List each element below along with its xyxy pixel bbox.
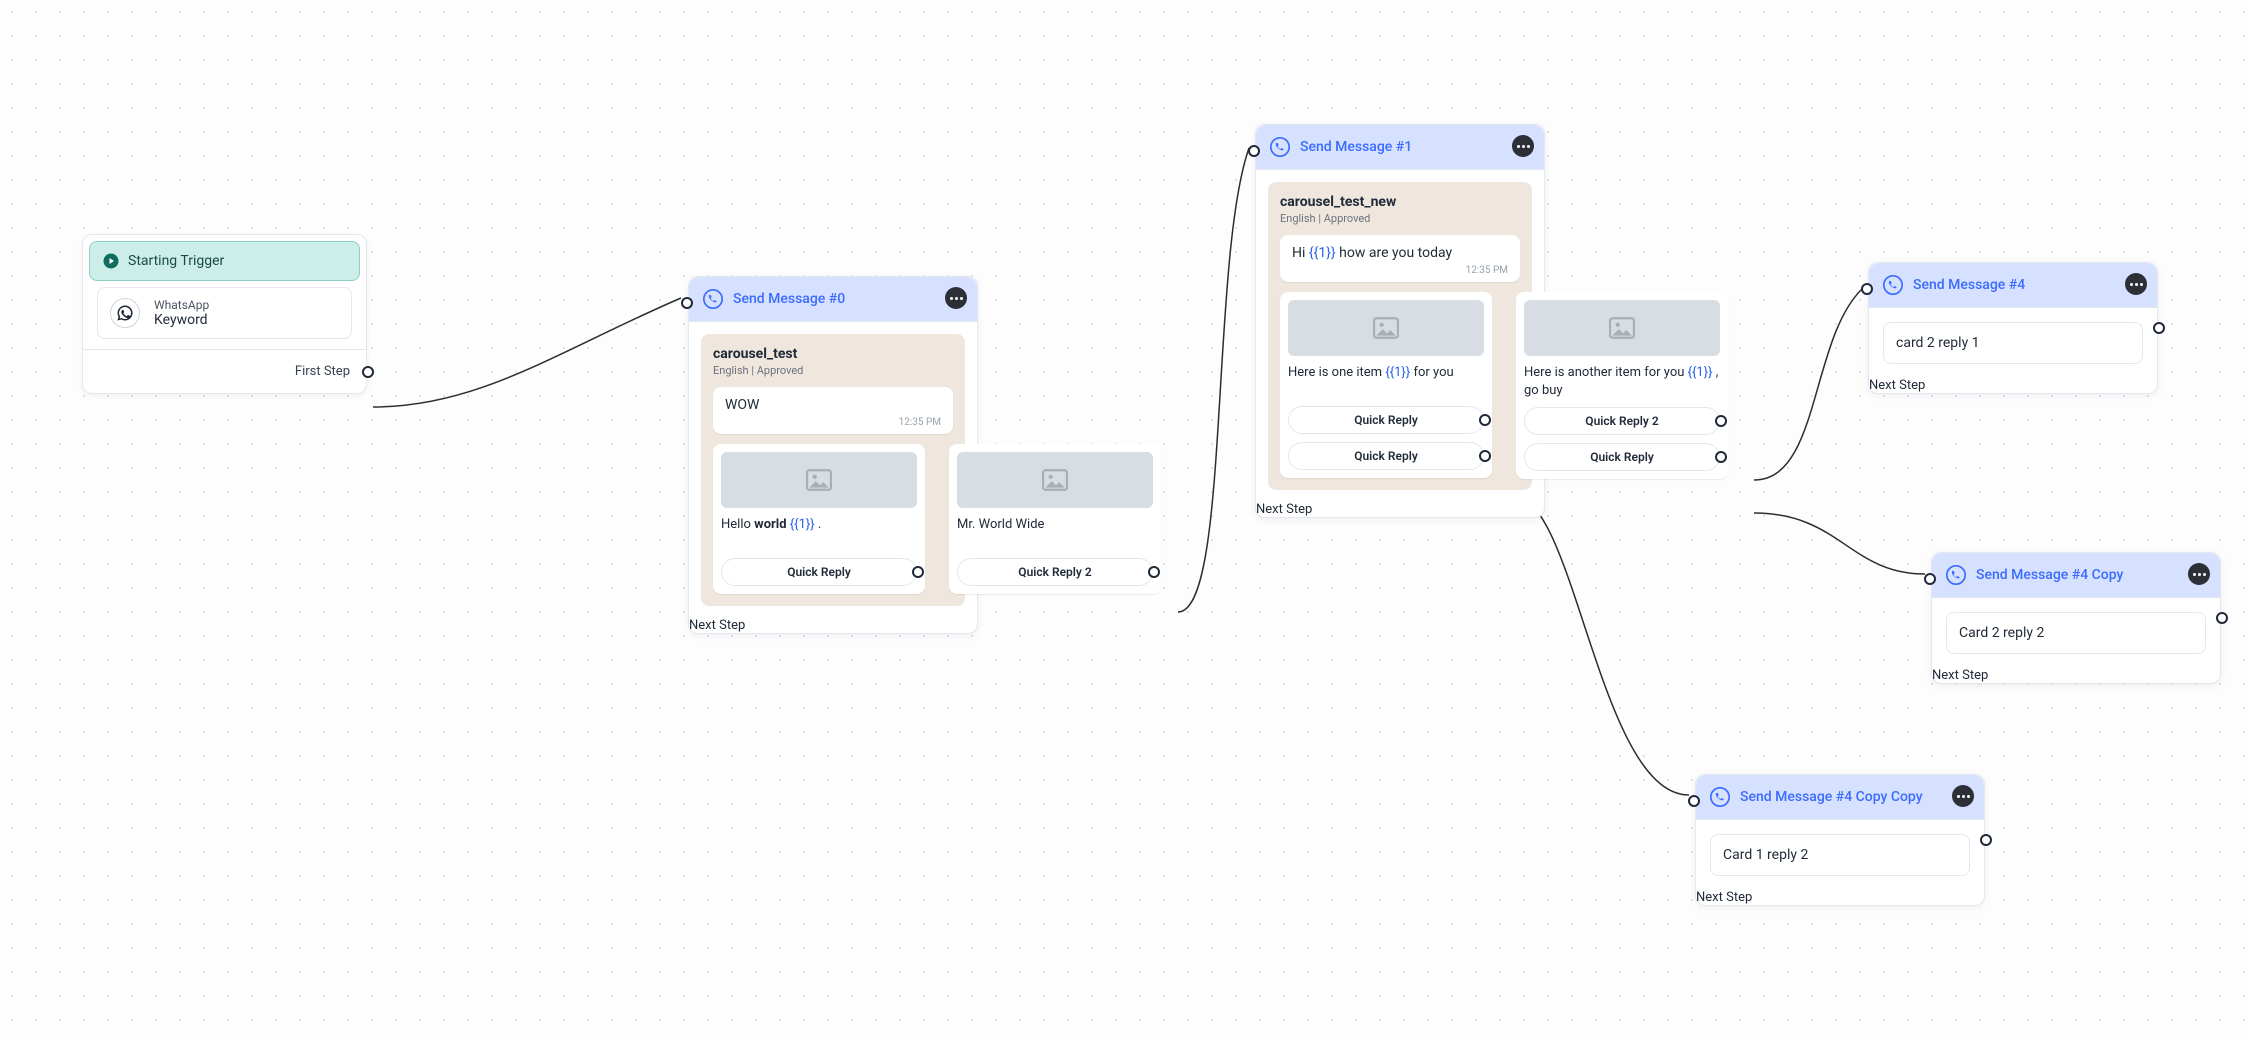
node-header: Send Message #4 Copy — [1932, 553, 2220, 598]
message-bubble: WOW 12:35 PM — [713, 387, 953, 434]
input-port[interactable] — [1248, 145, 1260, 157]
next-step-label: Next Step — [1256, 502, 1312, 517]
output-port[interactable] — [1479, 414, 1491, 426]
quick-reply-button[interactable]: Quick Reply 2 — [957, 558, 1153, 586]
node-footer: Next Step — [1256, 502, 1544, 517]
whatsapp-icon — [1946, 565, 1966, 585]
send-message-1[interactable]: Send Message #1 carousel_test_new Englis… — [1255, 124, 1545, 518]
whatsapp-icon — [1710, 787, 1730, 807]
next-step-label: Next Step — [1932, 668, 1988, 683]
trigger-footer: First Step — [83, 349, 366, 393]
node-footer: Next Step — [689, 618, 977, 633]
send-message-0[interactable]: Send Message #0 carousel_test English | … — [688, 276, 978, 634]
output-port[interactable] — [1715, 451, 1727, 463]
node-title: Send Message #1 — [1300, 139, 1412, 155]
node-body: Card 2 reply 2 — [1932, 598, 2220, 668]
output-port[interactable] — [1980, 834, 1992, 846]
output-port[interactable] — [2153, 322, 2165, 334]
whatsapp-preview: carousel_test English | Approved WOW 12:… — [701, 334, 965, 606]
quick-reply-button[interactable]: Quick Reply — [1288, 442, 1484, 470]
node-title: Send Message #0 — [733, 291, 845, 307]
output-port[interactable] — [362, 366, 374, 378]
image-placeholder-icon — [721, 452, 917, 508]
node-menu-button[interactable] — [2125, 273, 2147, 295]
message-text[interactable]: Card 2 reply 2 — [1946, 612, 2206, 654]
next-step-label: First Step — [295, 364, 350, 379]
whatsapp-icon — [703, 289, 723, 309]
message-time: 12:35 PM — [725, 417, 941, 428]
whatsapp-icon — [110, 298, 140, 328]
send-message-4-copy-copy[interactable]: Send Message #4 Copy Copy Card 1 reply 2… — [1695, 774, 1985, 906]
carousel-card-2[interactable]: Here is another item for you {{1}} , go … — [1516, 292, 1728, 479]
send-message-4[interactable]: Send Message #4 card 2 reply 1 Next Step — [1868, 262, 2158, 394]
node-body: Card 1 reply 2 — [1696, 820, 1984, 890]
template-meta: English | Approved — [1280, 212, 1520, 225]
next-step-label: Next Step — [689, 618, 745, 633]
node-title: Send Message #4 Copy Copy — [1740, 789, 1923, 805]
carousel-card-1[interactable]: Here is one item {{1}} for you Quick Rep… — [1280, 292, 1492, 478]
node-menu-button[interactable] — [945, 287, 967, 309]
bubble-text: WOW — [725, 397, 941, 413]
trigger-node[interactable]: Starting Trigger WhatsApp Keyword First … — [82, 234, 367, 394]
output-port[interactable] — [912, 566, 924, 578]
node-footer: Next Step — [1869, 378, 2157, 393]
carousel-card-2[interactable]: Mr. World Wide Quick Reply 2 — [949, 444, 1161, 594]
message-bubble: Hi {{1}} how are you today 12:35 PM — [1280, 235, 1520, 282]
send-message-4-copy[interactable]: Send Message #4 Copy Card 2 reply 2 Next… — [1931, 552, 2221, 684]
carousel-card-1[interactable]: Hello world {{1}} . Quick Reply — [713, 444, 925, 594]
node-menu-button[interactable] — [2188, 563, 2210, 585]
node-header: Send Message #4 Copy Copy — [1696, 775, 1984, 820]
input-port[interactable] — [1688, 795, 1700, 807]
whatsapp-preview: carousel_test_new English | Approved Hi … — [1268, 182, 1532, 490]
quick-reply-button[interactable]: Quick Reply — [1524, 443, 1720, 471]
message-text[interactable]: Card 1 reply 2 — [1710, 834, 1970, 876]
input-port[interactable] — [1861, 283, 1873, 295]
trigger-title: Starting Trigger — [128, 253, 224, 269]
flow-canvas[interactable]: Starting Trigger WhatsApp Keyword First … — [0, 0, 2248, 1040]
template-name: carousel_test_new — [1280, 194, 1520, 210]
node-header: Send Message #4 — [1869, 263, 2157, 308]
card-caption: Mr. World Wide — [957, 516, 1153, 550]
node-footer: Next Step — [1696, 890, 1984, 905]
card-caption: Hello world {{1}} . — [721, 516, 917, 550]
template-name: carousel_test — [713, 346, 953, 362]
node-footer: Next Step — [1932, 668, 2220, 683]
output-port[interactable] — [1479, 450, 1491, 462]
output-port[interactable] — [2216, 612, 2228, 624]
input-port[interactable] — [681, 297, 693, 309]
next-step-label: Next Step — [1696, 890, 1752, 905]
image-placeholder-icon — [1288, 300, 1484, 356]
quick-reply-button[interactable]: Quick Reply — [721, 558, 917, 586]
node-title: Send Message #4 Copy — [1976, 567, 2123, 583]
trigger-channel[interactable]: WhatsApp Keyword — [97, 287, 352, 339]
message-text[interactable]: card 2 reply 1 — [1883, 322, 2143, 364]
message-time: 12:35 PM — [1292, 265, 1508, 276]
output-port[interactable] — [1715, 415, 1727, 427]
quick-reply-button[interactable]: Quick Reply 2 — [1524, 407, 1720, 435]
image-placeholder-icon — [1524, 300, 1720, 356]
node-body: card 2 reply 1 — [1869, 308, 2157, 378]
node-menu-button[interactable] — [1952, 785, 1974, 807]
input-port[interactable] — [1924, 573, 1936, 585]
trigger-keyword-label: Keyword — [154, 312, 209, 328]
node-header: Send Message #1 — [1256, 125, 1544, 170]
next-step-label: Next Step — [1869, 378, 1925, 393]
node-title: Send Message #4 — [1913, 277, 2025, 293]
output-port[interactable] — [1148, 566, 1160, 578]
trigger-channel-label: WhatsApp — [154, 298, 209, 312]
trigger-header: Starting Trigger — [89, 241, 360, 281]
card-caption: Here is another item for you {{1}} , go … — [1524, 364, 1720, 399]
template-meta: English | Approved — [713, 364, 953, 377]
node-menu-button[interactable] — [1512, 135, 1534, 157]
card-caption: Here is one item {{1}} for you — [1288, 364, 1484, 398]
whatsapp-icon — [1883, 275, 1903, 295]
whatsapp-icon — [1270, 137, 1290, 157]
quick-reply-button[interactable]: Quick Reply — [1288, 406, 1484, 434]
image-placeholder-icon — [957, 452, 1153, 508]
node-header: Send Message #0 — [689, 277, 977, 322]
play-icon — [102, 252, 120, 270]
